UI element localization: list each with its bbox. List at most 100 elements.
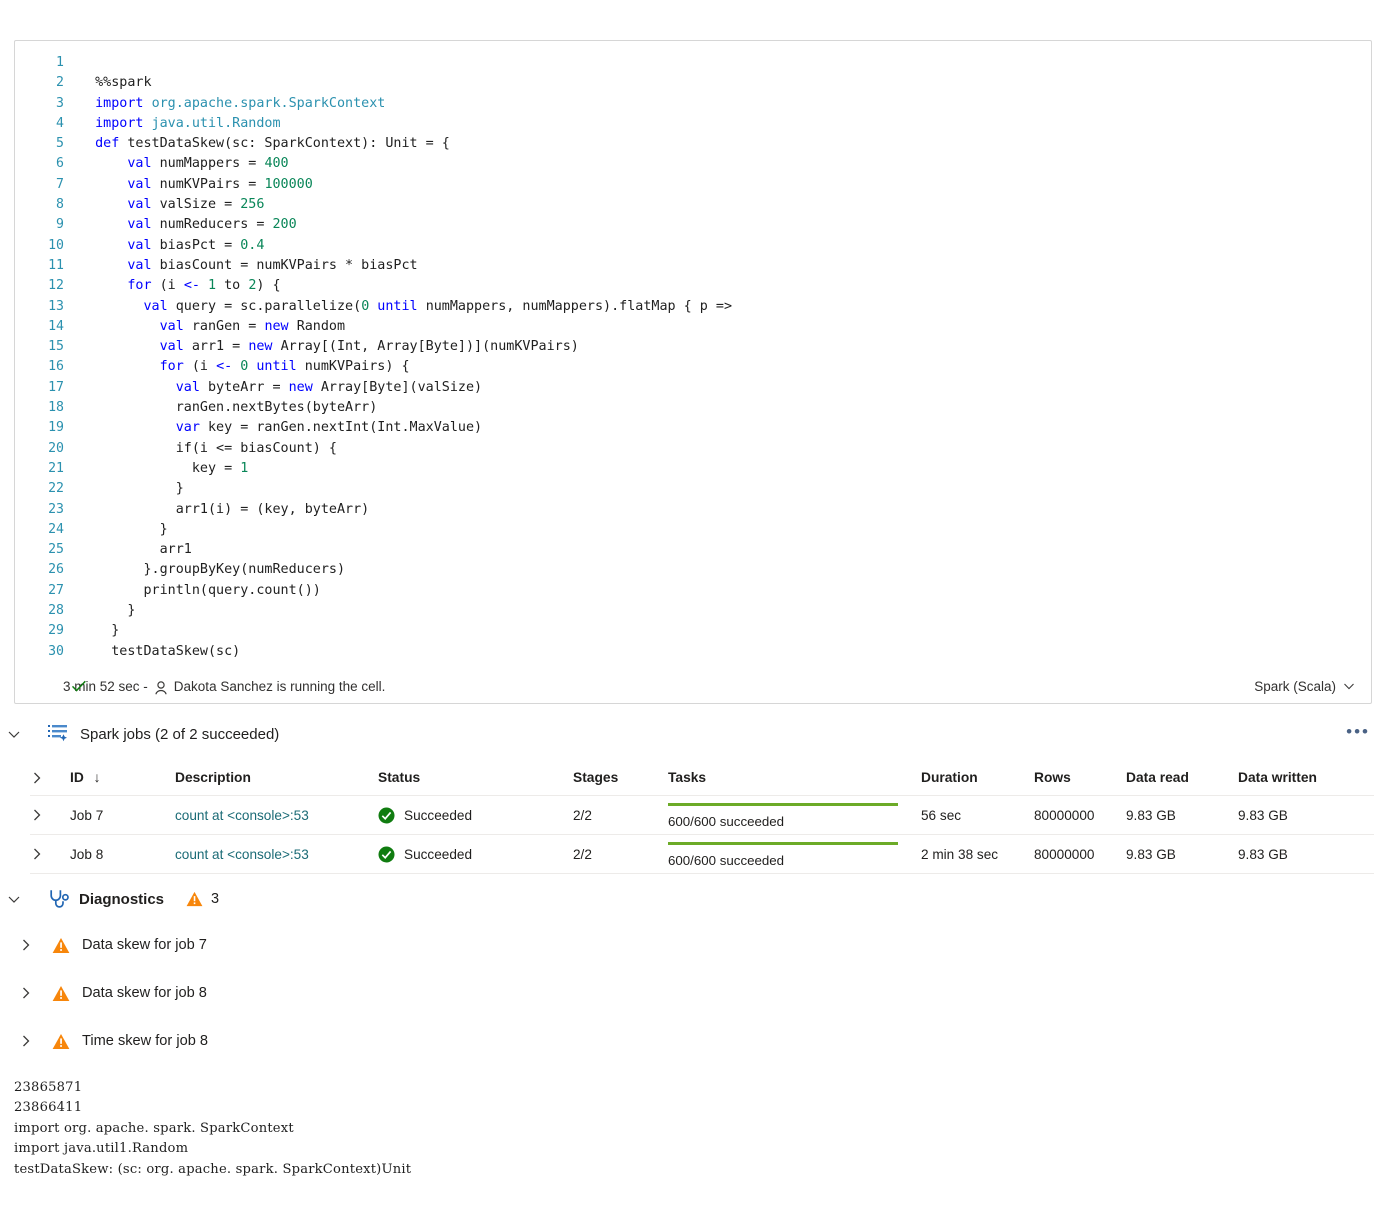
chevron-down-icon <box>8 731 20 738</box>
code-line-text: val arr1 = new Array[(Int, Array[Byte])]… <box>79 339 579 355</box>
column-header-stages[interactable]: Stages <box>573 770 668 785</box>
code-editor[interactable]: 12 %%spark 3 import org.apache.spark.Spar… <box>15 53 1371 669</box>
diagnostics-header[interactable]: Diagnostics 3 <box>0 884 600 914</box>
cell-job-id: Job 8 <box>70 846 104 862</box>
column-header-id[interactable]: ID ↓ <box>70 770 175 785</box>
cell-job-data-written: 9.83 GB <box>1238 807 1288 823</box>
column-header-description[interactable]: Description <box>175 770 378 785</box>
succeeded-check-circle-icon <box>378 807 395 823</box>
code-line-text: ranGen.nextBytes(byteArr) <box>79 400 378 416</box>
table-row[interactable]: Job 8 count at <console>:53 Succeeded 2/2 60… <box>30 835 1374 874</box>
line-number: 20 <box>48 440 64 456</box>
table-row[interactable]: Job 7 count at <console>:53 Succeeded 2/2 60… <box>30 796 1374 835</box>
diagnostics-item[interactable]: Data skew for job 8 <box>0 978 600 1008</box>
diagnostics-title: Diagnostics <box>79 890 165 908</box>
row-expand-toggle[interactable] <box>30 808 70 822</box>
cell-job-rows: 80000000 <box>1034 807 1095 823</box>
diagnostics-warning-count: 3 <box>211 891 220 907</box>
code-line: 9 val numReducers = 200 <box>15 215 1371 235</box>
row-expand-toggle[interactable] <box>30 847 70 861</box>
spark-jobs-title: Spark jobs (2 of 2 succeeded) <box>80 725 280 743</box>
column-header-status[interactable]: Status <box>378 770 573 785</box>
code-line-text: %%spark <box>79 75 152 91</box>
cell-job-description[interactable]: count at <console>:53 <box>175 847 378 862</box>
job-description-link[interactable]: count at <console>:53 <box>175 847 309 862</box>
notebook-code-cell[interactable]: 12 %%spark 3 import org.apache.spark.Spar… <box>14 40 1372 704</box>
tasks-progress-label: 600/600 succeeded <box>668 813 785 829</box>
code-line: 1 <box>15 53 1371 73</box>
code-line-text: def testDataSkew(sc: SparkContext): Unit… <box>79 136 450 152</box>
diagnostics-item-expand-toggle[interactable] <box>0 938 52 952</box>
code-line-text: }.groupByKey(numReducers) <box>79 562 346 578</box>
code-line: 6 val numMappers = 400 <box>15 154 1371 174</box>
line-number: 14 <box>48 318 64 334</box>
line-number: 6 <box>56 156 64 172</box>
spark-jobs-more-actions-button[interactable]: ••• <box>1346 722 1370 742</box>
diagnostics-item-expand-toggle[interactable] <box>0 986 52 1000</box>
chevron-right-icon <box>34 848 41 860</box>
line-number: 11 <box>48 257 64 273</box>
code-line-text: key = 1 <box>79 460 249 476</box>
code-line-text: val ranGen = new Random <box>79 318 346 334</box>
line-number: 27 <box>48 582 64 598</box>
cell-job-data-read: 9.83 GB <box>1126 807 1176 823</box>
tasks-progress-bar <box>668 841 898 845</box>
line-number: 15 <box>48 339 64 355</box>
status-label: Succeeded <box>404 846 473 862</box>
code-line: 10 val biasPct = 0.4 <box>15 236 1371 256</box>
line-number: 17 <box>48 379 64 395</box>
cell-language-selector[interactable]: Spark (Scala) <box>1254 679 1355 694</box>
column-header-tasks[interactable]: Tasks <box>668 770 921 785</box>
cell-job-description[interactable]: count at <console>:53 <box>175 808 378 823</box>
code-line-text: testDataSkew(sc) <box>79 643 241 659</box>
code-line: 18 ranGen.nextBytes(byteArr) <box>15 398 1371 418</box>
success-check-icon <box>71 680 86 692</box>
code-line: 4 import java.util.Random <box>15 114 1371 134</box>
spark-jobs-header[interactable]: Spark jobs (2 of 2 succeeded) <box>0 718 1388 750</box>
diagnostics-collapse-toggle[interactable] <box>0 892 28 906</box>
diagnostics-item-expand-toggle[interactable] <box>0 1034 52 1048</box>
cell-job-duration: 56 sec <box>921 807 962 823</box>
code-line: 19 var key = ranGen.nextInt(Int.MaxValue… <box>15 418 1371 438</box>
line-number: 30 <box>48 643 64 659</box>
line-number: 18 <box>48 400 64 416</box>
code-line: 20 if(i <= biasCount) { <box>15 439 1371 459</box>
column-header-duration[interactable]: Duration <box>921 770 1034 785</box>
cell-console-output: 23865871 23866411 import org. apache. sp… <box>14 1080 412 1177</box>
diagnostics-item-label: Data skew for job 7 <box>82 937 207 953</box>
expand-all-toggle[interactable] <box>30 771 70 785</box>
cell-job-duration: 2 min 38 sec <box>921 846 999 862</box>
spark-jobs-collapse-toggle[interactable] <box>0 727 28 741</box>
code-line: 3 import org.apache.spark.SparkContext <box>15 94 1371 114</box>
line-number: 10 <box>48 237 64 253</box>
line-number: 22 <box>48 481 64 497</box>
code-line-text: } <box>79 521 168 537</box>
column-header-rows[interactable]: Rows <box>1034 770 1126 785</box>
cell-job-data-written: 9.83 GB <box>1238 846 1288 862</box>
code-line: 14 val ranGen = new Random <box>15 317 1371 337</box>
code-line: 30 testDataSkew(sc) <box>15 642 1371 662</box>
line-number: 24 <box>48 521 64 537</box>
cell-job-rows: 80000000 <box>1034 846 1095 862</box>
column-header-data-read[interactable]: Data read <box>1126 770 1238 785</box>
code-line: 15 val arr1 = new Array[(Int, Array[Byte… <box>15 337 1371 357</box>
code-line-text: var key = ranGen.nextInt(Int.MaxValue) <box>79 420 483 436</box>
spark-jobs-icon <box>48 725 67 742</box>
diagnostics-item[interactable]: Data skew for job 7 <box>0 930 600 960</box>
sort-descending-icon: ↓ <box>93 770 101 785</box>
code-line: 17 val byteArr = new Array[Byte](valSize… <box>15 378 1371 398</box>
table-header-row: ID ↓ Description Status Stages Tasks Dur… <box>30 760 1374 796</box>
warning-triangle-icon <box>186 891 203 907</box>
line-number: 19 <box>48 420 64 436</box>
warning-triangle-icon <box>52 1033 70 1049</box>
code-line: 7 val numKVPairs = 100000 <box>15 175 1371 195</box>
column-header-data-written[interactable]: Data written <box>1238 770 1368 785</box>
code-line: 26 }.groupByKey(numReducers) <box>15 560 1371 580</box>
line-number: 26 <box>48 562 64 578</box>
cell-job-status: Succeeded <box>378 807 573 824</box>
code-line: 25 arr1 <box>15 540 1371 560</box>
diagnostics-item[interactable]: Time skew for job 8 <box>0 1026 600 1056</box>
job-description-link[interactable]: count at <console>:53 <box>175 808 309 823</box>
code-line-text: if(i <= biasCount) { <box>79 440 337 456</box>
cell-job-tasks: 600/600 succeeded <box>668 841 921 868</box>
